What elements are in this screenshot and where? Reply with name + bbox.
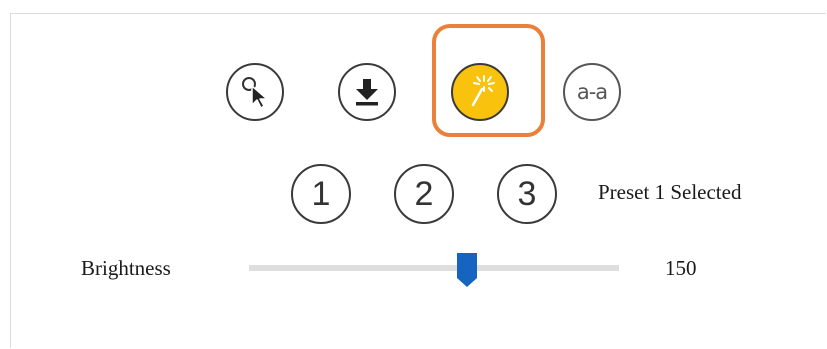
preset-status-text: Preset 1 Selected xyxy=(598,180,742,204)
preset-2-label: 2 xyxy=(414,175,434,213)
brightness-value: 150 xyxy=(665,256,697,280)
preset-1-button[interactable]: 1 xyxy=(291,164,351,224)
brightness-slider[interactable] xyxy=(249,253,619,287)
download-tool-button[interactable] xyxy=(338,63,396,121)
magic-wand-icon xyxy=(471,75,495,107)
preset-2-button[interactable]: 2 xyxy=(394,164,454,224)
preset-3-button[interactable]: 3 xyxy=(497,164,557,224)
magic-wand-tool-button[interactable] xyxy=(451,63,509,121)
brightness-slider-track xyxy=(249,265,619,271)
select-tool-button[interactable] xyxy=(226,63,284,121)
brightness-slider-thumb[interactable] xyxy=(456,252,478,288)
brightness-label: Brightness xyxy=(81,256,171,280)
preset-3-label: 3 xyxy=(517,175,537,213)
text-compare-tool-button[interactable]: a-a xyxy=(563,63,621,121)
cursor-click-icon xyxy=(242,77,268,109)
preset-1-label: 1 xyxy=(311,175,331,213)
a-to-a-icon: a-a xyxy=(576,80,608,104)
download-arrow-icon xyxy=(356,79,378,106)
